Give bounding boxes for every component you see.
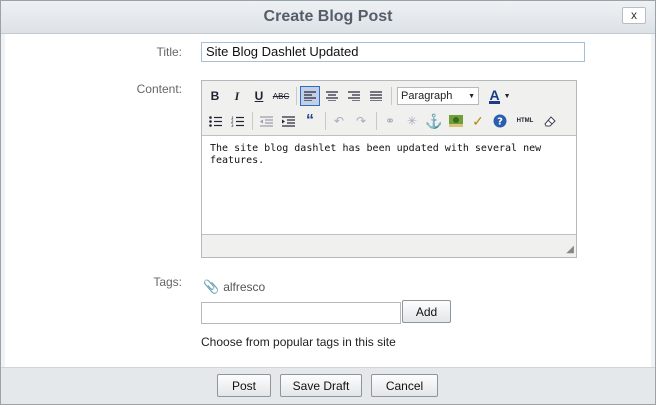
title-label: Title: [156,45,182,59]
align-center-icon [326,91,338,101]
toolbar-separator [391,87,392,105]
numbered-list-button[interactable]: 123 [227,111,247,131]
insert-image-button[interactable] [446,111,466,131]
undo-button[interactable]: ↶ [329,111,349,131]
insert-link-button[interactable]: ⚭ [380,111,400,131]
bullet-list-button[interactable] [205,111,225,131]
indent-icon [281,115,295,127]
paragraph-format-value: Paragraph [401,90,453,102]
toolbar-separator [296,87,297,105]
dialog-body: Title: Content: B I U ABC [5,34,651,368]
align-center-button[interactable] [322,86,342,106]
help-button[interactable]: ? [490,111,510,131]
tag-input[interactable] [201,302,401,324]
cancel-button[interactable]: Cancel [371,374,438,397]
tags-label: Tags: [153,275,182,289]
toolbar-separator [376,112,377,130]
align-left-button[interactable] [300,86,320,106]
dialog-titlebar: Create Blog Post x [1,1,655,34]
justify-icon [370,91,382,101]
outdent-button[interactable] [256,111,276,131]
close-icon: x [631,8,637,22]
dialog-footer: Post Save Draft Cancel [1,367,655,404]
align-right-icon [348,91,360,101]
close-button[interactable]: x [622,7,646,24]
broom-icon: ✓ [472,112,484,129]
tag-item[interactable]: 📎 alfresco [203,279,265,295]
popular-tags-link[interactable]: Choose from popular tags in this site [201,335,396,349]
resize-handle-icon[interactable]: ◢ [566,244,574,255]
redo-icon: ↷ [355,114,367,128]
font-color-button[interactable]: A ▼ [485,86,515,106]
eraser-icon [544,116,556,127]
numbered-list-icon: 123 [231,116,244,127]
font-color-icon: A [489,86,500,104]
save-draft-button[interactable]: Save Draft [280,374,362,397]
html-source-button[interactable]: HTML [512,111,538,131]
toolbar-separator [252,112,253,130]
chevron-down-icon: ▼ [503,92,511,100]
editor-statusbar: ◢ [202,237,576,257]
align-left-icon [304,91,316,101]
title-input[interactable] [201,42,585,62]
bullet-list-icon [208,115,222,127]
paperclip-icon: 📎 [203,279,220,294]
tag-name: alfresco [223,280,266,294]
svg-text:3: 3 [231,123,234,127]
anchor-icon: ⚓ [425,112,443,129]
outdent-icon [259,115,273,127]
anchor-button[interactable]: ⚓ [424,111,444,131]
align-right-button[interactable] [344,86,364,106]
redo-button[interactable]: ↷ [351,111,371,131]
editor-content-area[interactable]: The site blog dashlet has been updated w… [202,135,576,235]
strikethrough-button[interactable]: ABC [271,86,291,106]
undo-icon: ↶ [333,114,345,128]
justify-button[interactable] [366,86,386,106]
bold-button[interactable]: B [205,86,225,106]
editor-toolbar-row-1: B I U ABC Paragraph ▼ A ▼ [205,85,517,107]
add-tag-button[interactable]: Add [402,300,451,323]
create-blog-post-dialog: Create Blog Post x Title: Content: B I U… [0,0,656,405]
unlink-icon: ✳ [406,114,418,128]
blockquote-button[interactable]: “ [300,111,320,131]
indent-button[interactable] [278,111,298,131]
cleanup-button[interactable]: ✓ [468,111,488,131]
unlink-button[interactable]: ✳ [402,111,422,131]
help-icon: ? [493,114,507,128]
link-icon: ⚭ [384,114,396,128]
underline-button[interactable]: U [249,86,269,106]
dialog-title: Create Blog Post [263,8,393,25]
eraser-button[interactable] [540,111,560,131]
editor-toolbar-row-2: 123 “ ↶ ↷ ⚭ ✳ ⚓ ✓ ? HTML [205,110,562,132]
content-label: Content: [136,82,182,96]
paragraph-format-select[interactable]: Paragraph ▼ [397,87,479,105]
post-button[interactable]: Post [217,374,271,397]
italic-button[interactable]: I [227,86,247,106]
chevron-down-icon: ▼ [468,92,475,100]
toolbar-separator [325,112,326,130]
svg-text:?: ? [497,117,503,128]
image-icon [449,115,463,127]
rich-text-editor: B I U ABC Paragraph ▼ A ▼ 1 2 3 “ ↶ ↷ ⚭ … [201,80,577,258]
